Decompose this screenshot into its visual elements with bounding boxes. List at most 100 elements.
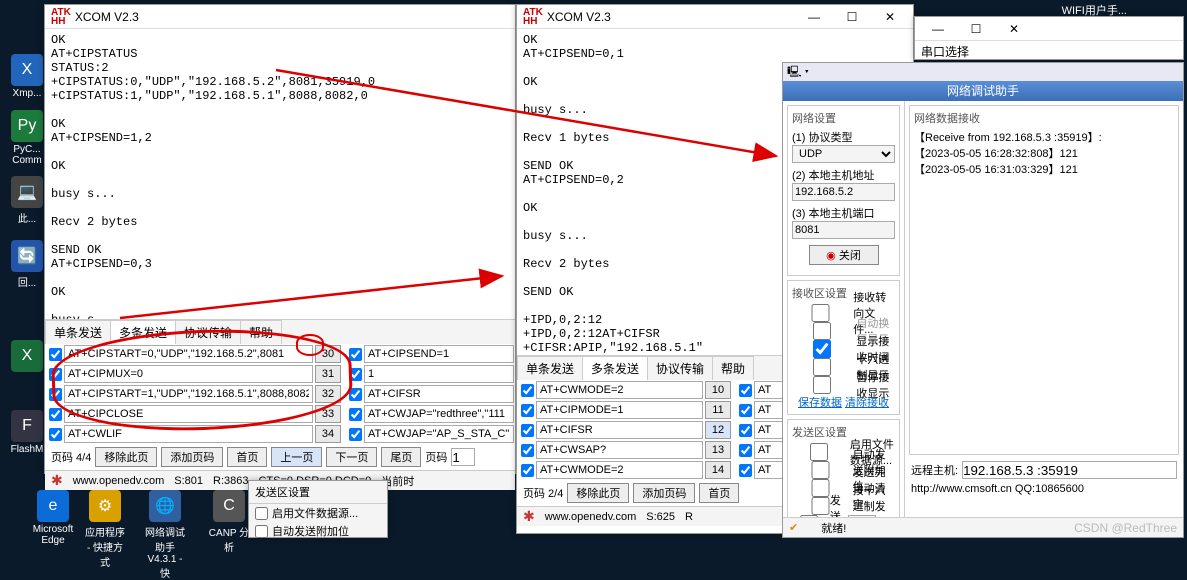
row-check[interactable] (521, 424, 534, 437)
recv-data-area[interactable]: 【Receive from 192.168.5.3 :35919】: 【2023… (914, 129, 1174, 177)
row-check[interactable] (739, 384, 752, 397)
send-num-button[interactable]: 31 (315, 365, 341, 383)
send-num-button[interactable]: 13 (705, 441, 731, 459)
home-button[interactable]: 首页 (699, 483, 739, 503)
port-input[interactable] (792, 221, 895, 239)
page-input[interactable] (451, 448, 475, 466)
chk-file-source[interactable] (255, 507, 268, 520)
row-check[interactable] (739, 404, 752, 417)
cmd-input[interactable] (536, 441, 703, 459)
period-input[interactable] (848, 515, 876, 517)
close-button[interactable]: ✕ (873, 6, 907, 28)
minimize-button[interactable]: — (797, 6, 831, 28)
host-input[interactable] (792, 183, 895, 201)
desktop-icon[interactable]: CCANP 分析 (206, 490, 252, 554)
row-check[interactable] (739, 464, 752, 477)
gear-icon[interactable]: ✱ (51, 472, 63, 489)
row-check[interactable] (349, 408, 362, 421)
row-check[interactable] (739, 444, 752, 457)
net-menubar[interactable]: 🖳 ▾ (783, 63, 1183, 81)
remove-page-button[interactable]: 移除此页 (567, 483, 629, 503)
cmd-input[interactable] (64, 405, 313, 423)
maximize-button[interactable]: ☐ (959, 18, 993, 40)
close-conn-button[interactable]: ◉ 关闭 (809, 245, 879, 265)
add-page-button[interactable]: 添加页码 (161, 447, 223, 467)
send-num-button[interactable]: 34 (315, 425, 341, 443)
chk-auto-append[interactable] (792, 461, 849, 479)
row-check[interactable] (349, 388, 362, 401)
titlebar[interactable]: ATKHH XCOM V2.3 — ☐ ✕ (517, 5, 913, 29)
protocol-select[interactable]: UDP (792, 145, 895, 163)
cmd-input[interactable] (64, 425, 313, 443)
prev-page-button[interactable]: 上一页 (271, 447, 322, 467)
cmd-input[interactable] (536, 421, 703, 439)
cmd-input[interactable] (364, 405, 514, 423)
cmd-input[interactable] (364, 385, 514, 403)
desktop-icon[interactable]: 🌐网络调试助手 V4.3.1 - 快 (142, 490, 188, 580)
cmd-input[interactable] (364, 345, 514, 363)
gear-icon[interactable]: ✱ (523, 508, 535, 525)
remote-input[interactable] (962, 461, 1177, 479)
tab-multi-send[interactable]: 多条发送 (582, 356, 648, 380)
next-page-button[interactable]: 下一页 (326, 447, 377, 467)
chk-hex-display[interactable] (792, 358, 852, 376)
cmd-input[interactable] (536, 401, 703, 419)
row-check[interactable] (521, 444, 534, 457)
row-check[interactable] (49, 428, 62, 441)
chk-auto-append[interactable] (255, 525, 268, 538)
row-check[interactable] (739, 424, 752, 437)
chk-period-send[interactable] (792, 515, 826, 517)
titlebar[interactable]: — ☐ ✕ (915, 17, 1183, 41)
tab-single-send[interactable]: 单条发送 (45, 320, 111, 344)
add-page-button[interactable]: 添加页码 (633, 483, 695, 503)
tab-help[interactable]: 帮助 (712, 356, 754, 380)
send-num-button[interactable]: 30 (315, 345, 341, 363)
row-check[interactable] (349, 428, 362, 441)
row-check[interactable] (49, 348, 62, 361)
remove-page-button[interactable]: 移除此页 (95, 447, 157, 467)
tab-protocol[interactable]: 协议传输 (647, 356, 713, 380)
save-data-link[interactable]: 保存数据 (798, 397, 842, 409)
cmd-input[interactable] (364, 425, 514, 443)
maximize-button[interactable]: ☐ (835, 6, 869, 28)
row-check[interactable] (49, 388, 62, 401)
chk-auto-wrap[interactable] (792, 322, 852, 340)
cmd-input[interactable] (364, 365, 514, 383)
tab-protocol[interactable]: 协议传输 (175, 320, 241, 344)
cmd-input[interactable] (536, 381, 703, 399)
cmd-input[interactable] (536, 461, 703, 479)
cmd-input[interactable] (64, 345, 313, 363)
row-check[interactable] (49, 408, 62, 421)
send-num-button[interactable]: 12 (705, 421, 731, 439)
send-num-button[interactable]: 33 (315, 405, 341, 423)
row-check[interactable] (349, 348, 362, 361)
cmd-input[interactable] (64, 365, 313, 383)
terminal-output[interactable]: OK AT+CIPSTATUS STATUS:2 +CIPSTATUS:0,"U… (45, 29, 515, 319)
send-num-button[interactable]: 10 (705, 381, 731, 399)
tab-multi-send[interactable]: 多条发送 (110, 320, 176, 344)
row-check[interactable] (349, 368, 362, 381)
desktop-icon[interactable]: ⚙应用程序 - 快捷方式 (82, 490, 128, 569)
close-button[interactable]: ✕ (997, 18, 1031, 40)
tab-help[interactable]: 帮助 (240, 320, 282, 344)
row-check[interactable] (521, 464, 534, 477)
chk-show-time[interactable] (792, 340, 852, 358)
chk-recv-file[interactable] (792, 304, 849, 322)
tab-single-send[interactable]: 单条发送 (517, 356, 583, 380)
chk-file-source[interactable] (792, 443, 846, 461)
row-check[interactable] (521, 404, 534, 417)
cmd-input[interactable] (64, 385, 313, 403)
status-site: www.openedv.com (545, 511, 637, 523)
titlebar[interactable]: ATKHH XCOM V2.3 (45, 5, 515, 29)
home-button[interactable]: 首页 (227, 447, 267, 467)
send-num-button[interactable]: 14 (705, 461, 731, 479)
tail-button[interactable]: 尾页 (381, 447, 421, 467)
desktop-icon[interactable]: eMicrosoft Edge (30, 490, 76, 546)
row-check[interactable] (521, 384, 534, 397)
chk-pause-recv[interactable] (792, 376, 852, 394)
clear-recv-link[interactable]: 清除接收 (845, 397, 889, 409)
minimize-button[interactable]: — (921, 18, 955, 40)
send-num-button[interactable]: 32 (315, 385, 341, 403)
row-check[interactable] (49, 368, 62, 381)
send-num-button[interactable]: 11 (705, 401, 731, 419)
